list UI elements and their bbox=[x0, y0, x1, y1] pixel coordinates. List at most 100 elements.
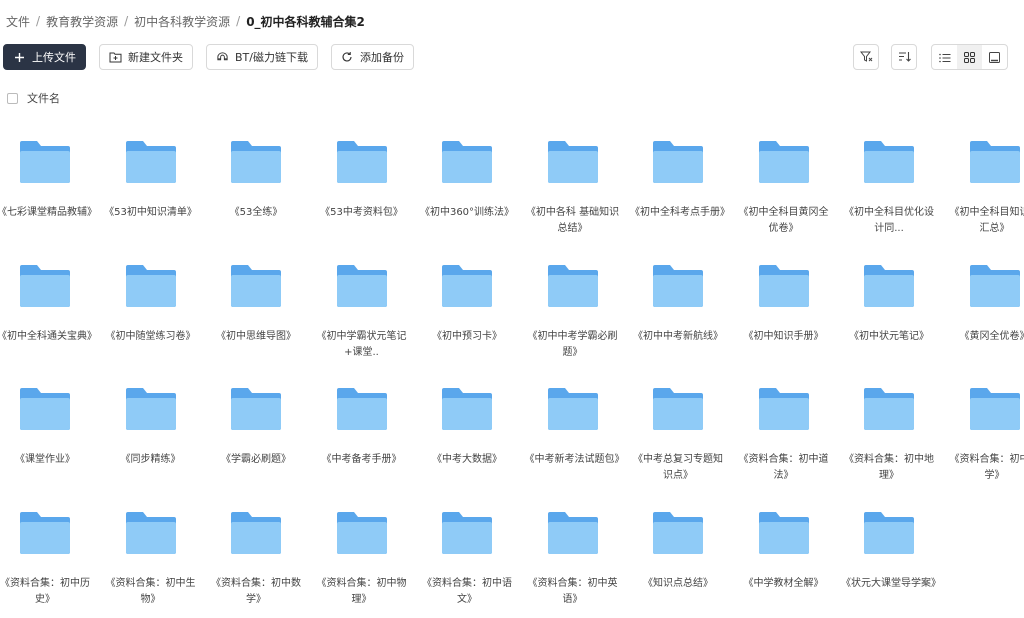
folder-name: 《初中全科考点手册》 bbox=[630, 207, 730, 218]
folder-item[interactable]: 《初中360°训练法》 bbox=[420, 139, 514, 218]
folder-item[interactable]: 《资料合集：初中生物》 bbox=[106, 510, 196, 605]
new-folder-button-label: 新建文件夹 bbox=[128, 51, 183, 64]
folder-name: 《资料合集：初中语文》 bbox=[422, 577, 512, 605]
folder-icon bbox=[336, 141, 387, 183]
folder-icon bbox=[442, 264, 492, 307]
folder-item[interactable]: 《资料合集：初中语文》 bbox=[422, 510, 512, 605]
folder-icon bbox=[969, 388, 1020, 430]
folder-item[interactable]: 《资料合集：初中地理》 bbox=[844, 386, 934, 481]
folder-item[interactable]: 《初中知识手册》 bbox=[739, 263, 829, 342]
new-folder-button[interactable]: 新建文件夹 bbox=[99, 44, 193, 70]
folder-item[interactable]: 《初中随堂练习卷》 bbox=[106, 263, 196, 342]
folder-name: 《资料合集：初中数学》 bbox=[211, 577, 301, 605]
folder-item[interactable]: 《53中考资料包》 bbox=[317, 139, 407, 218]
folder-item[interactable]: 《资料合集：初中历史》 bbox=[0, 510, 90, 605]
folder-item[interactable]: 《53初中知识清单》 bbox=[104, 139, 197, 218]
folder-icon bbox=[125, 141, 176, 183]
breadcrumb-middle-school-resources[interactable]: 初中各科教学资源 bbox=[134, 13, 230, 30]
folder-name: 《中考大数据》 bbox=[432, 454, 502, 465]
view-tools bbox=[841, 44, 1008, 70]
add-backup-button-label: 添加备份 bbox=[359, 51, 404, 64]
folder-item[interactable]: 《资料合集：初中化学》 bbox=[950, 386, 1024, 481]
breadcrumb-files[interactable]: 文件 bbox=[6, 13, 30, 30]
folder-name: 《课堂作业》 bbox=[15, 454, 75, 465]
folder-item[interactable]: 《中考新考法试题包》 bbox=[525, 386, 625, 465]
folder-name: 《资料合集：初中英语》 bbox=[527, 577, 618, 605]
folder-item[interactable]: 《初中全科目知识点汇总》 bbox=[950, 139, 1024, 234]
folder-item[interactable]: 《资料合集：初中英语》 bbox=[528, 510, 618, 605]
folder-item[interactable]: 《同步精练》 bbox=[106, 386, 196, 465]
folder-icon bbox=[231, 511, 281, 554]
folder-name: 《中考总复习专题知识点》 bbox=[633, 454, 723, 481]
folder-item[interactable]: 《初中思维导图》 bbox=[211, 263, 301, 342]
folder-item[interactable]: 《状元大课堂导学案》 bbox=[841, 510, 941, 589]
folder-item[interactable]: 《中考备考手册》 bbox=[317, 386, 407, 465]
breadcrumb-separator: / bbox=[236, 14, 241, 28]
add-backup-button[interactable]: 添加备份 bbox=[330, 44, 414, 70]
column-header-filename: 文件名 bbox=[27, 92, 60, 105]
list-view-button[interactable] bbox=[932, 45, 957, 69]
folder-item[interactable]: 《初中状元笔记》 bbox=[844, 263, 934, 342]
folder-item[interactable]: 《中考总复习专题知识点》 bbox=[633, 386, 723, 481]
folder-item[interactable]: 《资料合集：初中道法》 bbox=[739, 386, 829, 481]
folder-icon bbox=[547, 141, 598, 183]
breadcrumb-education-resources[interactable]: 教育教学资源 bbox=[46, 13, 118, 30]
folder-item[interactable]: 《资料合集：初中物理》 bbox=[317, 510, 407, 605]
image-view-icon bbox=[989, 48, 1000, 67]
folder-name: 《同步精练》 bbox=[120, 454, 181, 465]
folder-name: 《53初中知识清单》 bbox=[104, 207, 197, 218]
folder-name: 《初中中考新航线》 bbox=[633, 330, 723, 342]
folder-item[interactable]: 《初中学霸状元笔记+课堂.. bbox=[317, 263, 407, 358]
plus-icon bbox=[13, 51, 26, 64]
folder-icon bbox=[231, 388, 281, 430]
folder-item[interactable]: 《资料合集：初中数学》 bbox=[211, 510, 301, 605]
new-folder-icon bbox=[109, 51, 122, 64]
folder-icon bbox=[758, 141, 809, 183]
filter-button[interactable] bbox=[853, 44, 879, 70]
folder-item[interactable]: 《学霸必刷题》 bbox=[211, 386, 301, 465]
folder-name: 《资料合集：初中道法》 bbox=[738, 454, 829, 481]
folder-icon bbox=[653, 141, 703, 183]
folder-item[interactable]: 《七彩课堂精品教辅》 bbox=[0, 139, 97, 218]
bt-download-button[interactable]: BT/磁力链下载 bbox=[206, 44, 318, 70]
backup-sync-icon bbox=[341, 51, 354, 64]
select-all-checkbox[interactable] bbox=[7, 92, 18, 104]
folder-item[interactable]: 《初中各科 基础知识总结》 bbox=[526, 139, 619, 234]
folder-icon bbox=[20, 388, 70, 430]
folder-name: 《资料合集：初中地理》 bbox=[844, 454, 934, 481]
upload-button-label: 上传文件 bbox=[32, 51, 76, 64]
folder-name: 《初中随堂练习卷》 bbox=[105, 330, 196, 342]
folder-icon bbox=[547, 511, 598, 554]
folder-item[interactable]: 《知识点总结》 bbox=[633, 510, 723, 589]
folder-name: 《初中中考学霸必刷题》 bbox=[527, 330, 618, 358]
folder-item[interactable]: 《课堂作业》 bbox=[0, 386, 90, 465]
folder-icon bbox=[969, 264, 1020, 307]
folder-name: 《初中状元笔记》 bbox=[849, 330, 929, 342]
sort-button[interactable] bbox=[891, 44, 917, 70]
thumbnail-view-button[interactable] bbox=[982, 45, 1007, 69]
folder-item[interactable]: 《初中中考学霸必刷题》 bbox=[528, 263, 618, 358]
folder-name: 《中考新考法试题包》 bbox=[524, 454, 625, 465]
folder-item[interactable]: 《初中全科目黄冈全优卷》 bbox=[739, 139, 829, 234]
folder-name: 《资料合集：初中化学》 bbox=[949, 454, 1024, 481]
folder-item[interactable]: 《黄冈全优卷》 bbox=[950, 263, 1024, 342]
folder-name: 《初中360°训练法》 bbox=[419, 207, 515, 218]
folder-icon bbox=[864, 141, 914, 183]
folder-item[interactable]: 《中学教材全解》 bbox=[739, 510, 829, 589]
folder-icon bbox=[864, 511, 914, 554]
folder-item[interactable]: 《初中全科考点手册》 bbox=[630, 139, 730, 218]
folder-item[interactable]: 《初中全科通关宝典》 bbox=[0, 263, 97, 342]
folder-item[interactable]: 《中考大数据》 bbox=[422, 386, 512, 465]
folder-name: 《初中预习卡》 bbox=[432, 330, 502, 342]
folder-item[interactable]: 《初中中考新航线》 bbox=[633, 263, 723, 342]
folder-item[interactable]: 《53全练》 bbox=[211, 139, 301, 218]
upload-button[interactable]: 上传文件 bbox=[3, 44, 86, 70]
grid-view-button[interactable] bbox=[957, 45, 982, 69]
folder-icon bbox=[231, 141, 281, 183]
folder-item[interactable]: 《初中全科目优化设计同... bbox=[844, 139, 934, 234]
folder-item[interactable]: 《初中预习卡》 bbox=[422, 263, 512, 342]
folder-icon bbox=[653, 511, 703, 554]
folder-name: 《53全练》 bbox=[229, 207, 283, 218]
list-header: 文件名 bbox=[7, 90, 60, 106]
folder-name: 《初中学霸状元笔记+课堂.. bbox=[316, 330, 407, 358]
